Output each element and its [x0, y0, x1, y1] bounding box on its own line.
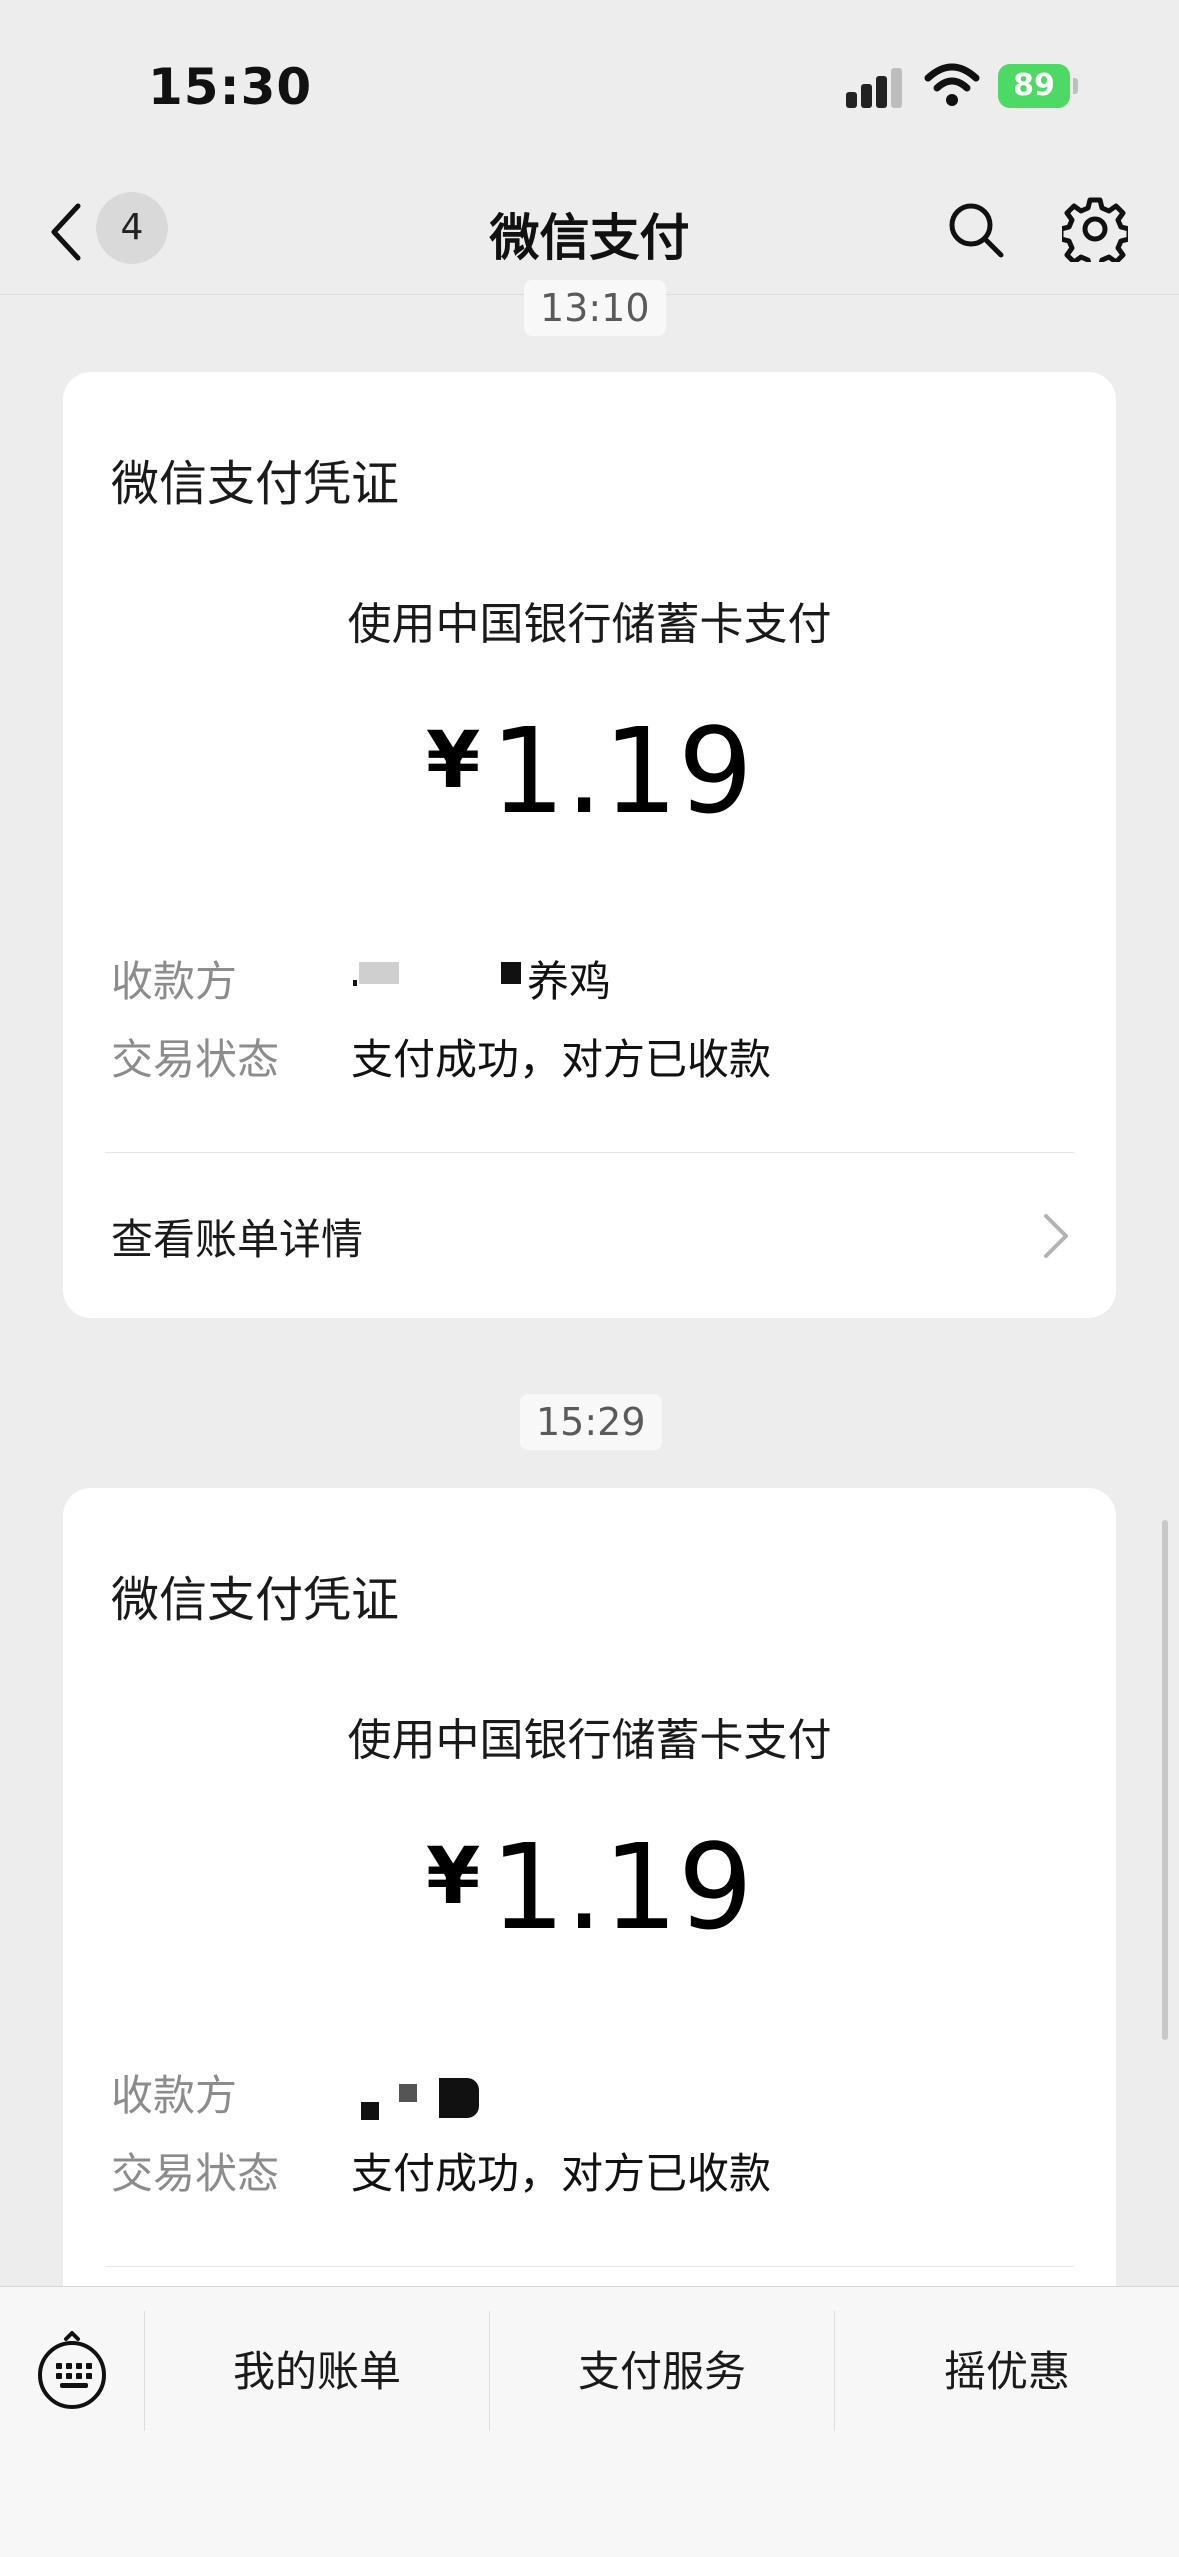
wifi-icon: [924, 63, 980, 106]
view-bill-detail-link[interactable]: 查看账单详情: [111, 1206, 363, 1267]
payment-amount: ¥1.19: [63, 1818, 1116, 1956]
payment-voucher-card[interactable]: 微信支付凭证 使用中国银行储蓄卡支付 ¥1.19 收款方 交易状态 支付成功，对…: [63, 1488, 1116, 2388]
amount-value: 1.19: [490, 702, 753, 840]
payee-label: 收款方: [111, 2071, 238, 2120]
menu-payment-services[interactable]: 支付服务: [490, 2327, 834, 2417]
signal-icon: [846, 66, 906, 108]
card-divider: [105, 2266, 1074, 2267]
payment-amount: ¥1.19: [63, 702, 1116, 840]
nav-bar: 4 微信支付: [0, 170, 1179, 294]
status-label: 交易状态: [111, 2149, 280, 2198]
payment-method: 使用中国银行储蓄卡支付: [347, 1715, 832, 1766]
battery-icon: 89: [998, 64, 1078, 108]
redaction-mask: [359, 962, 399, 984]
card-divider: [105, 1152, 1074, 1153]
redaction-mask: [353, 980, 357, 986]
chevron-right-icon[interactable]: [1042, 1212, 1070, 1260]
search-icon[interactable]: [946, 200, 1006, 260]
payment-method: 使用中国银行储蓄卡支付: [347, 599, 832, 650]
status-label: 交易状态: [111, 1035, 280, 1084]
card-title: 微信支付凭证: [111, 456, 400, 512]
message-time: 13:10: [524, 280, 666, 336]
status-bar: 15:30 89: [0, 0, 1179, 170]
status-time: 15:30: [148, 58, 313, 116]
message-time: 15:29: [520, 1394, 662, 1450]
menu-shake-offers[interactable]: 摇优惠: [835, 2327, 1179, 2417]
redaction-mask: [439, 2078, 479, 2118]
menu-my-bills[interactable]: 我的账单: [145, 2327, 489, 2417]
amount-value: 1.19: [490, 1818, 753, 1956]
redaction-mask: [361, 2102, 379, 2120]
scroll-indicator[interactable]: [1162, 1520, 1168, 2040]
card-title: 微信支付凭证: [111, 1572, 400, 1628]
currency-symbol: ¥: [425, 1832, 481, 1922]
keyboard-icon[interactable]: [36, 2329, 108, 2409]
gear-icon[interactable]: [1062, 196, 1128, 262]
battery-level: 89: [998, 64, 1070, 108]
payee-value: 养鸡: [527, 957, 612, 1006]
currency-symbol: ¥: [425, 716, 481, 806]
status-value: 支付成功，对方已收款: [351, 1035, 772, 1084]
payee-label: 收款方: [111, 957, 238, 1006]
redaction-mask: [399, 2084, 417, 2102]
redaction-mask: [501, 962, 521, 984]
status-value: 支付成功，对方已收款: [351, 2149, 772, 2198]
payment-voucher-card[interactable]: 微信支付凭证 使用中国银行储蓄卡支付 ¥1.19 收款方 养鸡 交易状态 支付成…: [63, 372, 1116, 1318]
bottom-menu-bar: 我的账单 支付服务 摇优惠: [0, 2286, 1179, 2557]
